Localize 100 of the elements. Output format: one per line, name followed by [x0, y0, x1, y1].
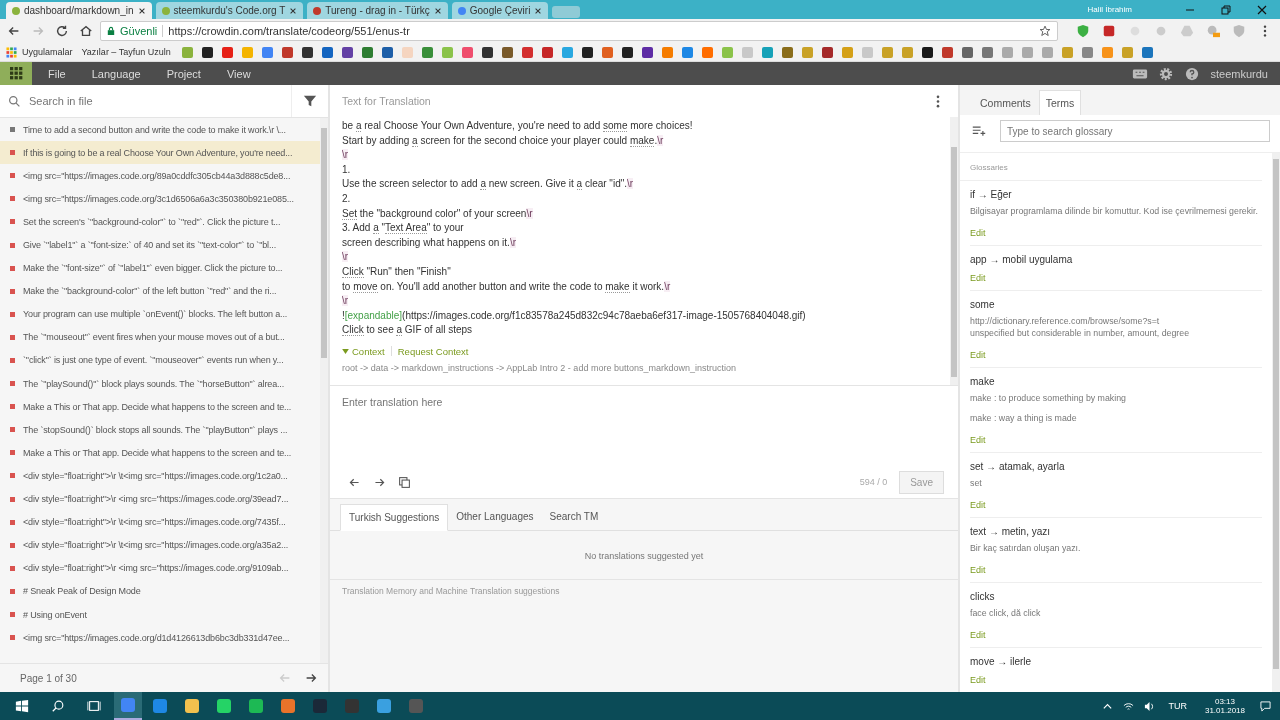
back-icon[interactable] [7, 24, 21, 38]
sidebar-tab[interactable]: Comments [974, 91, 1037, 115]
more-icon[interactable] [936, 94, 940, 108]
search-icon [8, 94, 21, 108]
string-list-item[interactable]: <div style="float:right">\r \t<img src="https://images.code.org/7435f... [0, 510, 320, 534]
suggestions-tab[interactable]: Turkish Suggestions [340, 504, 449, 531]
bookmark-icon[interactable] [201, 46, 213, 58]
string-list-item[interactable]: Give `"label1"` a `"font-size:` of 40 and set its `"text-color"` to `"bl... [0, 233, 320, 257]
glossary-search-field[interactable]: Type to search glossary [1000, 120, 1270, 142]
apps-grid-icon[interactable] [6, 46, 17, 58]
edit-link[interactable]: Edit [970, 675, 986, 685]
speaker-icon[interactable] [1144, 700, 1156, 712]
string-list-item[interactable]: <img src="https://images.code.org/3c1d6506a6a3c350380b921e085... [0, 187, 320, 211]
menu-item[interactable]: View [226, 67, 251, 80]
notification-icon[interactable] [1260, 700, 1271, 712]
suggestions-tab[interactable]: Other Languages [448, 504, 542, 530]
star-icon[interactable] [1039, 25, 1051, 37]
string-list-item[interactable]: <div style="float:right">\r \t<img src="https://images.code.org/a35a2... [0, 533, 320, 557]
bookmark-link[interactable]: Yazılar – Tayfun Uzuln [81, 47, 171, 57]
bookmark-icon[interactable] [481, 46, 493, 58]
term-heading: clicks [970, 591, 996, 602]
string-list-item[interactable]: Your program can use multiple `onEvent()` blocks. The left button a... [0, 302, 320, 326]
string-list-item[interactable]: <img src="https://images.code.org/d1d4126613db6bc3db331d47ee... [0, 626, 320, 650]
restore-icon[interactable] [1220, 3, 1232, 16]
string-list-item[interactable]: Make a This or That app. Decide what happens to the screen and te... [0, 395, 320, 419]
menu-item[interactable]: File [48, 67, 66, 80]
help-icon[interactable] [1183, 66, 1200, 81]
string-list-item[interactable]: <div style="float:right">\r \t<img src="https://images.code.org/1c2a0... [0, 464, 320, 488]
string-list-item[interactable]: <img src="https://images.code.org/89a0cddfc305cb44a3d888c5de8... [0, 164, 320, 188]
bookmark-icon[interactable] [621, 46, 633, 58]
string-list-item[interactable]: Set the screen's `"background-color"` to `"red"`. Click the picture t... [0, 210, 320, 234]
string-list-item[interactable]: `"click"` is just one type of event. `"mouseover"` events run when y... [0, 348, 320, 373]
address-bar[interactable]: Güvenli https://crowdin.com/translate/codeorg/551/enus-tr [100, 21, 1058, 41]
string-list-item[interactable]: Time to add a second button and write the code to make it work.\r \... [0, 118, 320, 142]
string-list-item[interactable]: Make a This or That app. Decide what happens to the screen and te... [0, 441, 320, 465]
term-heading: move → ilerle [970, 656, 1033, 667]
edit-link[interactable]: Edit [970, 273, 986, 283]
string-list-item[interactable]: # Sneak Peak of Design Mode [0, 579, 320, 603]
settings-icon[interactable] [1157, 66, 1174, 81]
edit-link[interactable]: Edit [970, 500, 986, 510]
add-term-icon[interactable] [972, 125, 986, 137]
bookmark-icon[interactable] [301, 46, 313, 58]
apps-menu-button[interactable] [0, 62, 32, 85]
sidebar-tab[interactable]: Terms [1038, 90, 1082, 115]
string-list-item[interactable]: # Using onEvent [0, 602, 320, 627]
edit-link[interactable]: Edit [970, 435, 986, 445]
copy-icon[interactable] [398, 475, 411, 489]
string-list-item[interactable]: <div style="float:right">\r <img src="https://images.code.org/9109ab... [0, 556, 320, 580]
string-list-item[interactable]: <div style="float:right">\r <img src="https://images.code.org/39ead7... [0, 487, 320, 511]
menu-item[interactable]: Language [91, 67, 141, 80]
bookmark-icon[interactable] [921, 46, 933, 58]
scrollbar[interactable] [320, 118, 328, 663]
search-box[interactable]: Search in file [0, 85, 291, 117]
suggestions-tab[interactable]: Search TM [541, 504, 607, 530]
bookmark-link[interactable]: Uygulamalar [22, 47, 73, 57]
close-icon[interactable] [433, 6, 442, 15]
edit-link[interactable]: Edit [970, 228, 986, 238]
string-list-item[interactable]: The `"playSound()"` block plays sounds. The `"horseButton"` alrea... [0, 372, 320, 396]
browser-tab[interactable]: Google Çeviri [451, 2, 549, 19]
bookmark-icon[interactable] [821, 46, 833, 58]
page-indicator: Page 1 of 30 [20, 672, 77, 684]
edit-link[interactable]: Edit [970, 350, 986, 360]
shield-icon[interactable] [1076, 24, 1090, 38]
bookmark-icon[interactable] [341, 46, 353, 58]
search-field[interactable]: Search in file [27, 94, 291, 108]
scrollbar[interactable] [950, 117, 958, 385]
term-heading: some [970, 299, 996, 310]
close-icon[interactable] [1256, 3, 1268, 16]
windows-start-icon[interactable] [15, 699, 29, 713]
wifi-icon[interactable] [1123, 700, 1135, 712]
taskbar-app[interactable] [114, 692, 142, 720]
source-text-line: to move on. You'll add another button and write the code to make it work.\r [342, 279, 672, 295]
bookmark-icon[interactable] [641, 46, 653, 58]
close-icon[interactable] [137, 6, 146, 15]
string-list-item[interactable]: Make the `"font-size"` of `"label1"` even bigger. Click the picture to... [0, 256, 320, 280]
menu-item[interactable]: Project [166, 67, 201, 80]
browser-tab[interactable]: Tureng - drag in - Türkç [307, 2, 448, 19]
next-page-icon[interactable] [304, 671, 318, 685]
string-list-item[interactable]: The `stopSound()` block stops all sounds. The `"playButton"` plays ... [0, 418, 320, 442]
home-icon[interactable] [79, 24, 93, 38]
clock[interactable]: 03:13 31.01.2018 [1204, 697, 1245, 715]
username[interactable]: steemkurdu [1210, 67, 1268, 80]
reload-icon[interactable] [55, 24, 69, 38]
task-view-icon[interactable] [87, 699, 101, 713]
edit-link[interactable]: Edit [970, 630, 986, 640]
extension-icon[interactable] [1102, 24, 1116, 38]
edit-link[interactable]: Edit [970, 565, 986, 575]
browser-tab[interactable]: dashboard/markdown_in [6, 2, 152, 19]
scrollbar[interactable] [1272, 153, 1280, 692]
close-icon[interactable] [289, 6, 298, 15]
close-icon[interactable] [534, 6, 543, 15]
term-description: http://dictionary.reference.com/browse/some?s=t unspecified but considerable in number, amount, degree [970, 315, 1191, 339]
filter-button[interactable] [291, 85, 328, 117]
string-list-item[interactable]: If this is going to be a real Choose Your Own Adventure, you're need... [0, 141, 320, 165]
input-language[interactable]: TUR [1168, 701, 1187, 711]
string-list-item[interactable]: The `"mouseout"` event fires when your mouse moves out of a but... [0, 325, 320, 349]
search-icon[interactable] [51, 699, 65, 713]
bookmark-icon[interactable] [581, 46, 593, 58]
browser-tab[interactable]: steemkurdu's Code.org T [155, 2, 304, 19]
string-list-item[interactable]: Make the `"background-color"` of the left button `"red"` and the ri... [0, 279, 320, 303]
